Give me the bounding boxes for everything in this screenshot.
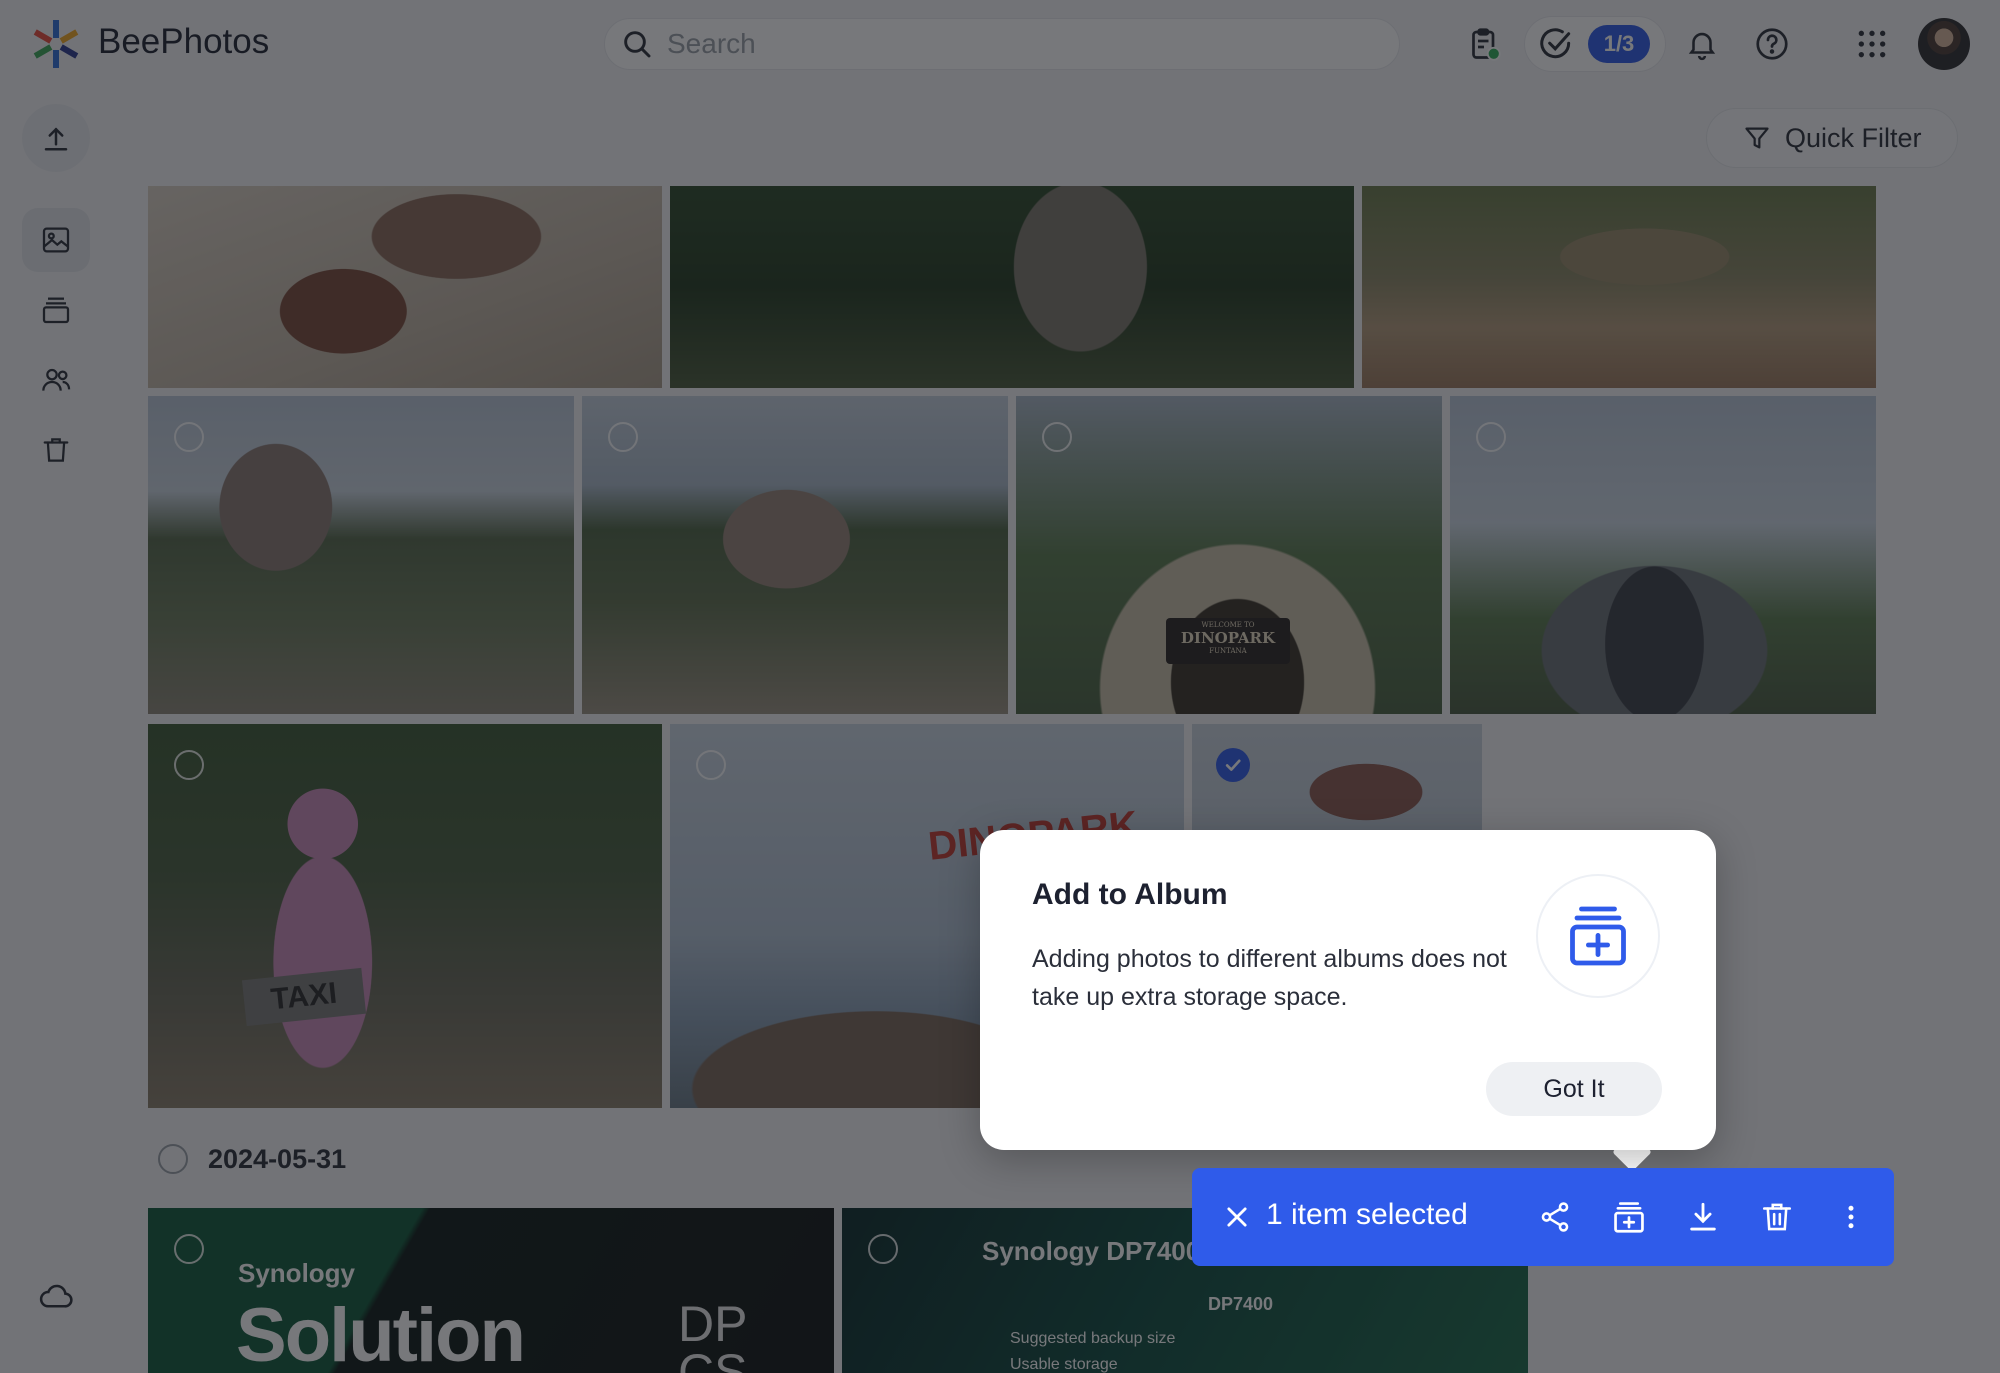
cloud-icon — [39, 1284, 73, 1308]
selection-action-bar: 1 item selected — [1192, 1168, 1894, 1266]
download-button[interactable] — [1680, 1194, 1726, 1240]
dp7400-usable-text: Usable storage — [1010, 1356, 1118, 1373]
bell-icon — [1688, 32, 1716, 61]
help-button[interactable] — [1750, 22, 1794, 66]
select-checkbox[interactable] — [174, 750, 204, 780]
quick-filter-label: Quick Filter — [1785, 122, 1922, 153]
photo-thumbnail[interactable] — [670, 186, 1354, 388]
synology-brand-text: Synology — [238, 1258, 356, 1288]
filter-icon — [1745, 127, 1769, 149]
add-to-album-icon — [1614, 1202, 1644, 1233]
share-button[interactable] — [1532, 1194, 1578, 1240]
sidebar-item-cloud[interactable] — [22, 1264, 90, 1328]
trash-icon — [43, 438, 69, 462]
select-checkbox[interactable] — [1476, 422, 1506, 452]
date-section-label: 2024-05-31 — [208, 1144, 347, 1174]
task-list-button[interactable] — [1462, 22, 1506, 66]
app-title: BeePhotos — [98, 22, 270, 61]
popover-title: Add to Album — [1032, 878, 1228, 911]
photo-thumbnail[interactable] — [1362, 186, 1876, 388]
people-icon — [42, 368, 71, 391]
photo-thumbnail[interactable]: Synology Solution DP CS — [148, 1208, 834, 1373]
select-checkbox[interactable] — [868, 1234, 898, 1264]
dp7400-backup-text: Suggested backup size — [1010, 1330, 1176, 1347]
sidebar-item-people[interactable] — [22, 348, 90, 412]
beephotos-logo-icon — [33, 20, 79, 68]
sidebar-item-photos[interactable] — [22, 208, 90, 272]
image-icon — [42, 227, 70, 253]
search-input[interactable] — [667, 28, 1347, 60]
add-to-album-icon — [1570, 906, 1626, 966]
user-avatar[interactable] — [1918, 18, 1970, 70]
close-icon — [1227, 1207, 1247, 1227]
selected-checkmark[interactable] — [1216, 748, 1250, 782]
synology-solution-text: Solution — [236, 1293, 526, 1373]
apps-button[interactable] — [1850, 22, 1894, 66]
more-options-button[interactable] — [1828, 1194, 1874, 1240]
photo-thumbnail[interactable] — [582, 396, 1008, 714]
got-it-button[interactable]: Got It — [1486, 1062, 1662, 1116]
sidebar-item-albums[interactable] — [22, 278, 90, 342]
check-icon — [1225, 759, 1241, 771]
selection-count: 1 item selected — [1266, 1198, 1468, 1231]
clear-selection-button[interactable] — [1218, 1198, 1256, 1236]
top-bar: BeePhotos 1/3 — [0, 0, 2000, 88]
photo-thumbnail[interactable]: WELCOME TO DINOPARK FUNTANA — [1016, 396, 1442, 714]
select-checkbox[interactable] — [1042, 422, 1072, 452]
select-checkbox[interactable] — [174, 422, 204, 452]
photo-thumbnail[interactable] — [148, 396, 574, 714]
taxi-sign: TAXI — [241, 967, 367, 1027]
search-icon — [624, 31, 651, 58]
clipboard-check-icon — [1472, 28, 1501, 61]
share-icon — [1541, 1202, 1569, 1232]
trash-icon — [1762, 1203, 1792, 1231]
question-circle-icon — [1756, 28, 1788, 60]
notifications-button[interactable] — [1680, 22, 1724, 66]
dp7400-title-text: Synology DP7400 — [982, 1236, 1201, 1266]
date-select-checkbox[interactable] — [158, 1144, 188, 1174]
dp7400-model-text: DP7400 — [1208, 1294, 1274, 1314]
check-circle-icon — [1540, 28, 1571, 59]
select-checkbox[interactable] — [174, 1234, 204, 1264]
select-checkbox[interactable] — [696, 750, 726, 780]
albums-icon — [42, 297, 70, 324]
dinopark-sign: WELCOME TO DINOPARK FUNTANA — [1166, 618, 1290, 664]
delete-button[interactable] — [1754, 1194, 1800, 1240]
synology-dpcs-text: DP CS — [678, 1296, 748, 1373]
grid-icon — [1858, 30, 1886, 58]
task-count-badge[interactable]: 1/3 — [1588, 25, 1650, 63]
add-to-album-button[interactable] — [1606, 1194, 1652, 1240]
search-box[interactable] — [604, 18, 1400, 70]
upload-icon — [44, 127, 68, 151]
download-icon — [1690, 1202, 1716, 1231]
popover-description: Adding photos to different albums does n… — [1032, 945, 1507, 1011]
add-to-album-popover: Add to Album Adding photos to different … — [980, 830, 1716, 1150]
photo-thumbnail[interactable] — [1450, 396, 1876, 714]
upload-button[interactable] — [22, 104, 90, 172]
photo-thumbnail[interactable] — [148, 186, 662, 388]
more-vertical-icon — [1848, 1205, 1854, 1229]
popover-illustration — [1536, 874, 1660, 998]
task-progress-button[interactable] — [1534, 22, 1578, 66]
sidebar-item-trash[interactable] — [22, 418, 90, 482]
quick-filter-button[interactable]: Quick Filter — [1706, 108, 1958, 168]
photo-thumbnail[interactable]: TAXI — [148, 724, 662, 1108]
select-checkbox[interactable] — [608, 422, 638, 452]
